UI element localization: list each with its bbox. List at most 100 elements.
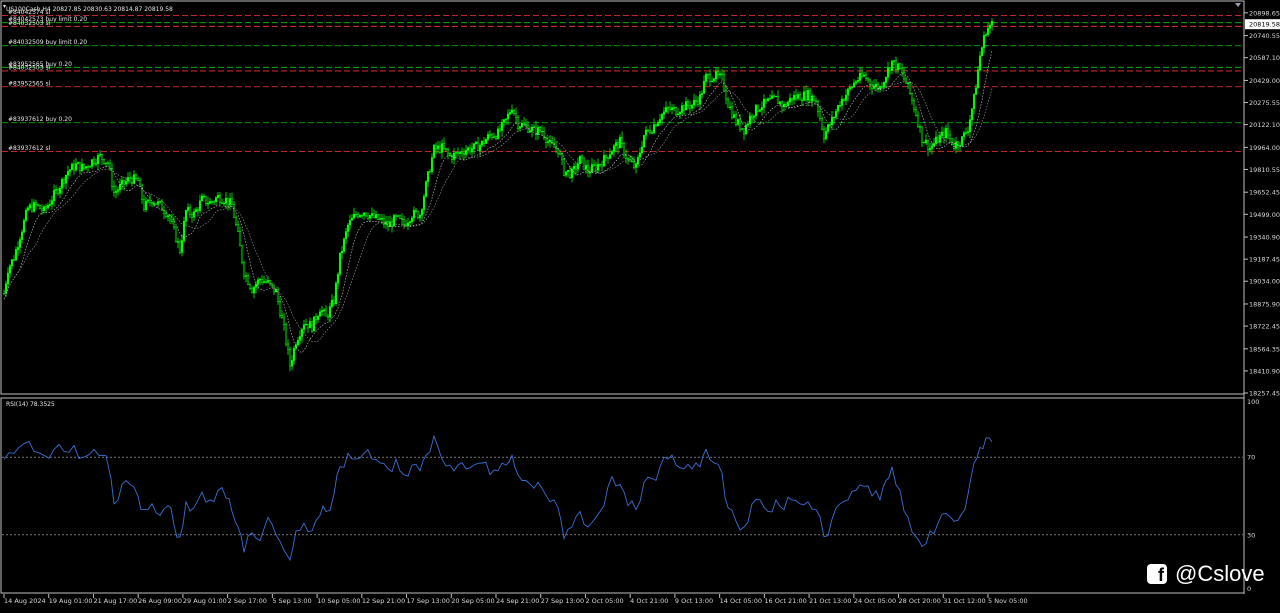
candle-body — [614, 142, 618, 147]
candle-body — [492, 136, 496, 138]
candle-body — [340, 251, 344, 254]
candle-body — [342, 238, 346, 252]
candle-body — [92, 159, 96, 165]
price-chart[interactable]: #84042574 sl#84042573 buy limit 0.20#840… — [0, 0, 1280, 609]
candle-body — [146, 199, 150, 202]
candle-body — [742, 128, 746, 135]
candle-body — [260, 279, 264, 283]
candle-body — [700, 93, 704, 95]
candle-body — [580, 155, 584, 159]
time-axis-label: 16 Oct 21:00 — [764, 597, 806, 605]
candle-body — [844, 94, 848, 101]
candle-body — [944, 128, 948, 138]
candle-body — [566, 170, 570, 172]
price-axis-label: 19187.45 — [1249, 256, 1280, 264]
candle-body — [318, 311, 322, 317]
candle-body — [202, 195, 206, 198]
candle-body — [156, 201, 160, 205]
candle-body — [242, 262, 246, 277]
candle-body — [560, 153, 564, 160]
time-axis-label: 4 Oct 21:00 — [630, 597, 668, 605]
candle-body — [316, 315, 320, 321]
candle-body — [674, 107, 678, 116]
candle-body — [726, 98, 730, 108]
candle-body — [258, 279, 262, 281]
candle-body — [28, 204, 32, 209]
rsi-scale-label: 70 — [1247, 454, 1255, 462]
candle-body — [984, 34, 988, 36]
candle-body — [770, 95, 774, 99]
candle-body — [938, 135, 942, 143]
price-axis-label: 20275.55 — [1249, 99, 1280, 107]
candle-body — [108, 162, 112, 169]
order-line-label: #84032503 sl — [8, 20, 51, 27]
candle-body — [606, 157, 610, 159]
candle-body — [356, 214, 360, 218]
candle-body — [646, 129, 650, 131]
candle-body — [786, 101, 790, 107]
candle-body — [84, 166, 88, 169]
candle-body — [732, 114, 736, 118]
candle-body — [442, 143, 446, 149]
candle-body — [376, 214, 380, 220]
candle-body — [816, 101, 820, 112]
candle-body — [308, 321, 312, 329]
candle-body — [466, 147, 470, 151]
candle-body — [98, 154, 102, 156]
candle-body — [558, 153, 562, 155]
candle-body — [186, 207, 190, 211]
candle-body — [978, 55, 982, 71]
candle-body — [838, 105, 842, 107]
candle-body — [730, 106, 734, 118]
candle-body — [966, 131, 970, 133]
time-axis-label: 5 Nov 05:00 — [988, 597, 1028, 605]
candle-body — [688, 105, 692, 109]
candle-body — [924, 139, 928, 144]
candle-body — [14, 249, 18, 261]
candle-body — [282, 317, 286, 325]
candle-body — [752, 115, 756, 118]
candle-body — [644, 129, 648, 136]
candle-body — [292, 347, 296, 361]
candle-body — [512, 109, 516, 114]
candle-body — [898, 63, 902, 70]
candle-body — [132, 174, 136, 184]
candle-body — [862, 74, 866, 77]
candle-body — [570, 168, 574, 178]
candle-body — [238, 230, 242, 247]
candle-body — [854, 81, 858, 84]
candle-body — [638, 152, 642, 158]
candle-body — [418, 214, 422, 219]
candle-body — [220, 202, 224, 204]
candle-body — [384, 221, 388, 225]
candle-body — [232, 204, 236, 218]
price-axis-label: 18257.45 — [1249, 390, 1280, 398]
candle-body — [422, 196, 426, 210]
candle-body — [850, 86, 854, 88]
candle-body — [754, 104, 758, 117]
candle-body — [900, 68, 904, 73]
candle-body — [426, 171, 430, 182]
candle-body — [454, 152, 458, 154]
candle-body — [80, 163, 84, 172]
candle-body — [494, 136, 498, 139]
candle-body — [262, 281, 266, 283]
candle-body — [470, 148, 474, 153]
candle-body — [370, 213, 374, 216]
candle-body — [884, 77, 888, 83]
candle-body — [568, 170, 572, 178]
time-axis-label: 10 Sep 05:00 — [317, 597, 360, 605]
candle-body — [848, 87, 852, 90]
candle-body — [296, 340, 300, 346]
candle-body — [286, 343, 290, 350]
price-axis-label: 18564.35 — [1249, 345, 1280, 353]
time-axis: 14 Aug 2024 19 Aug 01:00 21 Aug 17:00 26 Au… — [3, 594, 1028, 605]
candle-body — [306, 323, 310, 329]
candle-body — [90, 159, 94, 167]
candle-body — [686, 101, 690, 106]
chart-shift-marker-icon[interactable] — [1235, 3, 1241, 7]
chart-window[interactable]: #84042574 sl #84042573 buy limit 0.20 #840… — [0, 0, 1280, 609]
candle-body — [140, 184, 144, 200]
candle-body — [894, 60, 898, 70]
candle-body — [736, 119, 740, 125]
